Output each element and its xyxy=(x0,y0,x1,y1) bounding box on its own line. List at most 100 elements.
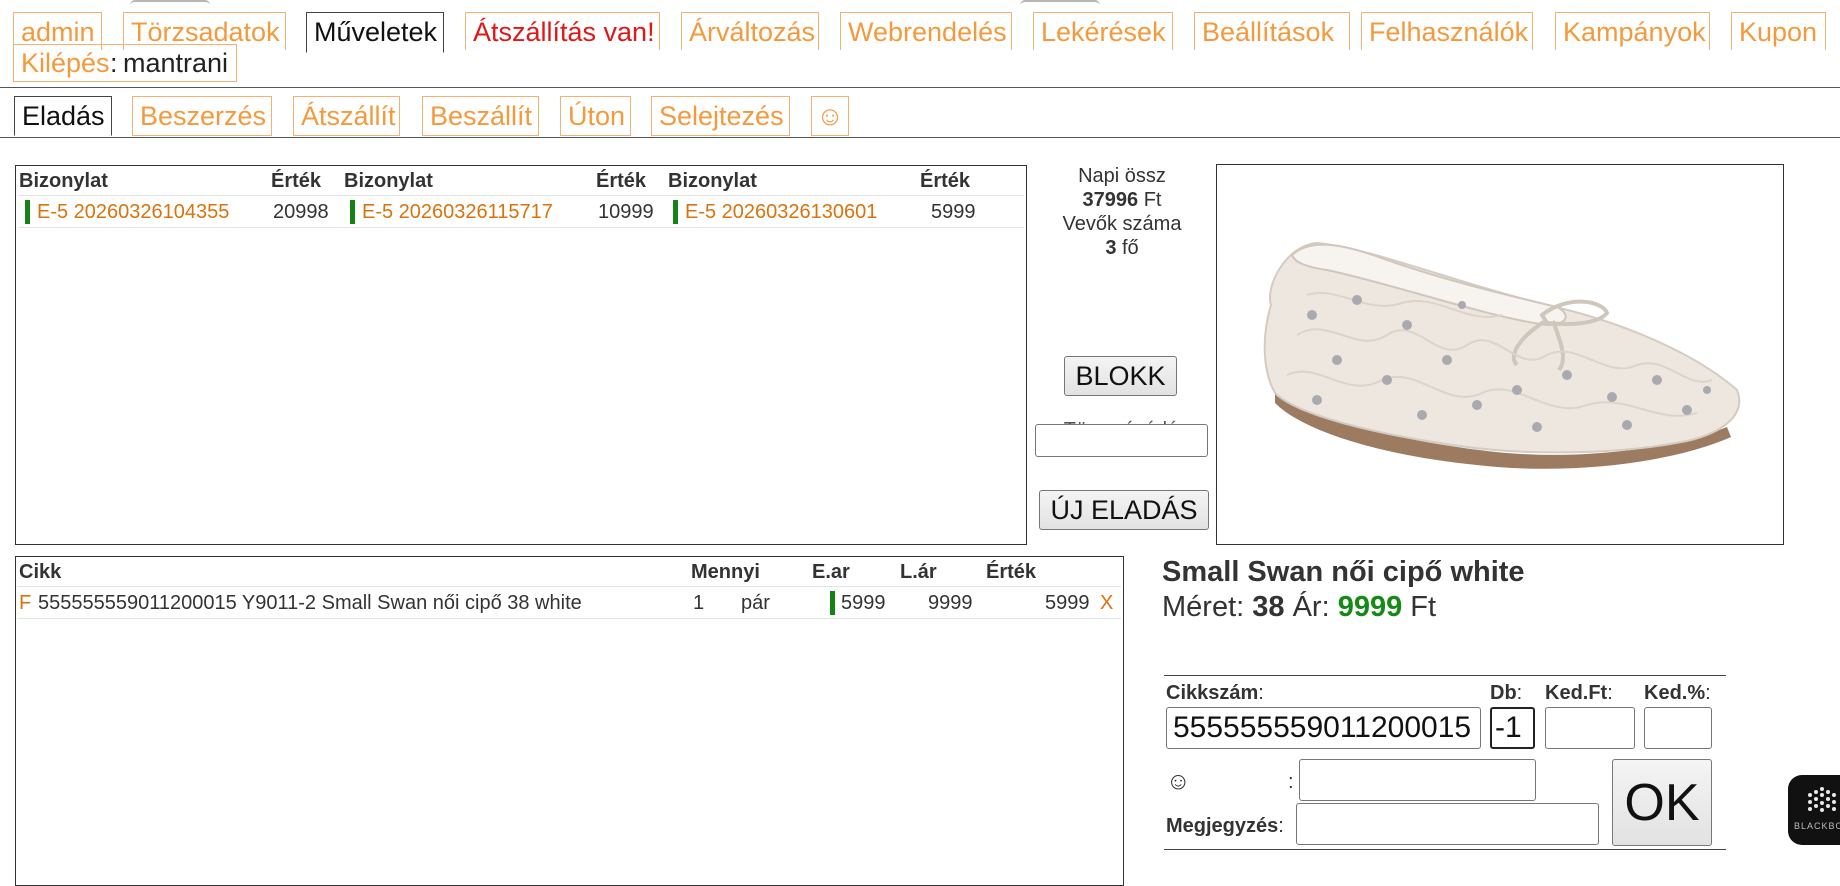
subtab-smiley[interactable]: ☺ xyxy=(811,96,849,136)
blackbox-text: BLACKBOX xyxy=(1794,821,1840,831)
form-top-border xyxy=(1164,675,1726,676)
db-label-text: Db xyxy=(1490,682,1517,704)
product-details: Méret: 38 Ár: 9999 Ft xyxy=(1162,591,1436,624)
quantity-input[interactable] xyxy=(1490,707,1535,749)
customer-count-unit: fő xyxy=(1122,237,1139,259)
label-colon: : xyxy=(1705,682,1711,704)
receipt-link[interactable]: E-5 20260326104355 xyxy=(37,200,229,224)
receipt-value: 20998 xyxy=(273,201,329,223)
receipts-header-value-3: Érték xyxy=(920,170,971,192)
receipt-value: 5999 xyxy=(931,201,976,223)
row-divider xyxy=(18,618,1121,619)
nav-tab-webrendeles[interactable]: Webrendelés xyxy=(840,12,1012,50)
daily-receipts-panel: Bizonylat Érték Bizonylat Érték Bizonyla… xyxy=(15,165,1027,545)
status-indicator xyxy=(25,200,30,224)
item-description: 555555559011200015 Y9011-2 Small Swan nő… xyxy=(38,592,582,614)
label-colon: : xyxy=(1607,682,1613,704)
row-divider xyxy=(18,586,1121,587)
blokk-button[interactable]: BLOKK xyxy=(1064,356,1177,396)
operations-subnav: Eladás Beszerzés Átszállít Beszállít Úto… xyxy=(0,88,1840,138)
items-header-cikk: Cikk xyxy=(19,561,62,583)
nav-tab-beallitasok[interactable]: Beállítások xyxy=(1194,12,1350,50)
customer-count-label: Vevők száma xyxy=(1062,213,1182,235)
item-unit: pár xyxy=(741,592,770,614)
label-colon: : xyxy=(1516,682,1523,704)
label-colon: : xyxy=(1258,682,1264,704)
label-colon: : xyxy=(1278,815,1284,837)
note-input[interactable] xyxy=(1296,803,1599,845)
subtab-beszallit[interactable]: Beszállít xyxy=(422,96,539,136)
db-label: Db: xyxy=(1490,681,1522,705)
customer-input[interactable] xyxy=(1299,759,1536,801)
kedpct-label: Ked.%: xyxy=(1644,681,1711,705)
subtab-uton[interactable]: Úton xyxy=(560,96,631,136)
logout-link[interactable]: Kilépés xyxy=(21,46,110,80)
discount-ft-input[interactable] xyxy=(1545,707,1635,749)
blackbox-widget[interactable]: BLACKBOX xyxy=(1788,775,1840,845)
receipts-header-doc-1: Bizonylat xyxy=(19,170,108,192)
status-indicator xyxy=(673,200,678,224)
loyalty-customer-input[interactable] xyxy=(1035,424,1208,457)
smiley-icon: ☺ xyxy=(1166,768,1191,795)
item-flag: F xyxy=(19,592,32,614)
logout-separator: : xyxy=(110,48,118,78)
cikkszam-input[interactable] xyxy=(1166,707,1481,749)
nav-tab-kupon[interactable]: Kupon xyxy=(1731,12,1826,50)
size-label: Méret: xyxy=(1162,591,1245,623)
status-indicator xyxy=(350,200,355,224)
item-quantity: 1 xyxy=(693,592,705,614)
new-sale-button[interactable]: ÚJ ELADÁS xyxy=(1039,490,1209,530)
size-value: 38 xyxy=(1252,591,1285,623)
items-header-unit-price: E.ar xyxy=(812,561,850,583)
daily-total: 37996 Ft xyxy=(1042,188,1202,212)
items-header-list-price: L.ár xyxy=(900,561,937,583)
customer-count: 3 fő xyxy=(1042,236,1202,260)
kedft-label: Ked.Ft: xyxy=(1545,681,1613,705)
product-image-frame xyxy=(1216,164,1784,545)
receipt-link[interactable]: E-5 20260326115717 xyxy=(362,200,553,224)
kedft-label-text: Ked.Ft xyxy=(1545,682,1608,704)
row-divider xyxy=(18,195,1024,196)
item-list-price: 9999 xyxy=(928,592,973,614)
receipts-header-value-2: Érték xyxy=(596,170,647,192)
remove-item-button[interactable]: X xyxy=(1100,591,1113,615)
sale-items-panel: Cikk Mennyi E.ar L.ár Érték F 5555555590… xyxy=(15,556,1124,886)
daily-total-value: 37996 xyxy=(1082,189,1139,211)
nav-tab-kampanyok[interactable]: Kampányok xyxy=(1555,12,1710,50)
daily-total-label: Napi össz xyxy=(1078,165,1166,187)
customer-count-value: 3 xyxy=(1105,237,1117,259)
label-colon: : xyxy=(1288,771,1294,793)
price-value: 9999 xyxy=(1337,591,1403,623)
nav-tab-arvaltozas[interactable]: Árváltozás xyxy=(681,12,819,50)
note-label: Megjegyzés: xyxy=(1166,814,1284,838)
decorative-tab-edge xyxy=(1020,0,1100,5)
item-unit-price: 5999 xyxy=(841,592,886,614)
subtab-beszerzes[interactable]: Beszerzés xyxy=(132,96,272,136)
ok-button[interactable]: OK xyxy=(1612,759,1712,846)
decorative-tab-edge xyxy=(130,0,210,5)
subtab-atszallit[interactable]: Átszállít xyxy=(293,96,400,136)
receipts-header-value-1: Érték xyxy=(271,170,322,192)
price-indicator xyxy=(830,591,835,615)
nav-tab-muveletek[interactable]: Műveletek xyxy=(306,12,444,53)
discount-percent-input[interactable] xyxy=(1644,707,1712,749)
main-navigation: admin Törzsadatok Műveletek Átszállítás … xyxy=(0,0,1840,88)
cikkszam-label-text: Cikkszám xyxy=(1166,682,1259,704)
cube-logo-icon xyxy=(1808,787,1836,812)
nav-tab-atszallitas-alert[interactable]: Átszállítás van! xyxy=(465,12,660,50)
receipts-header-doc-3: Bizonylat xyxy=(668,170,757,192)
nav-tab-lekeresek[interactable]: Lekérések xyxy=(1033,12,1173,50)
subtab-eladas[interactable]: Eladás xyxy=(14,96,112,136)
nav-tab-felhasznalok[interactable]: Felhasználók xyxy=(1361,12,1533,50)
cikkszam-label: Cikkszám: xyxy=(1166,681,1264,705)
receipt-value: 10999 xyxy=(598,201,654,223)
note-label-text: Megjegyzés xyxy=(1166,815,1279,837)
daily-total-currency: Ft xyxy=(1143,189,1162,211)
receipts-header-doc-2: Bizonylat xyxy=(344,170,433,192)
subtab-selejtezes[interactable]: Selejtezés xyxy=(651,96,790,136)
receipt-link[interactable]: E-5 20260326130601 xyxy=(685,200,877,224)
items-header-qty: Mennyi xyxy=(691,561,760,583)
item-value: 5999 xyxy=(1045,592,1090,614)
items-header-value: Érték xyxy=(986,561,1037,583)
row-divider xyxy=(18,227,1024,228)
